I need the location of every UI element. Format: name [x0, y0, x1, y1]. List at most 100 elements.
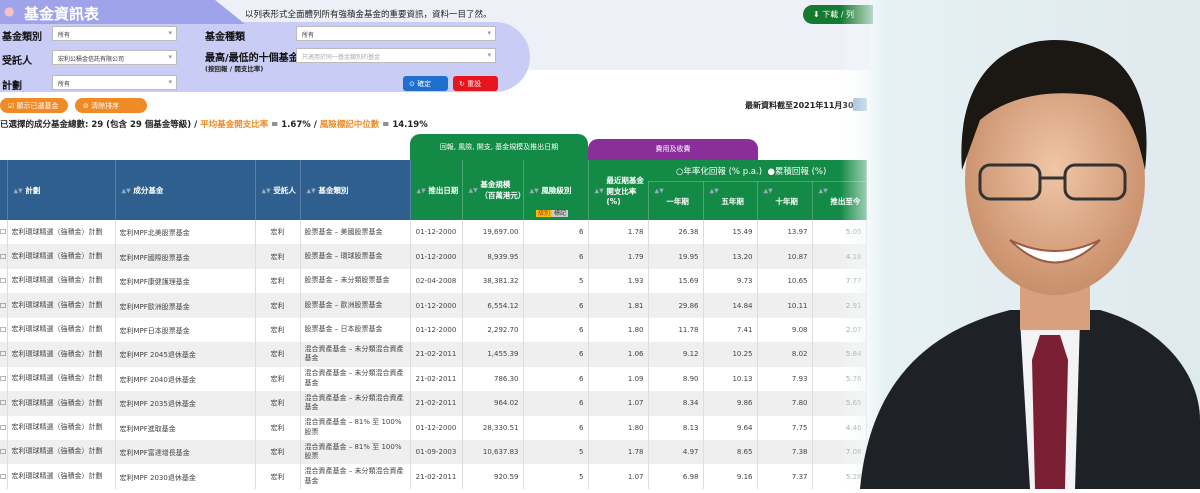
- reset-button[interactable]: ↻ 重設: [453, 76, 498, 91]
- cell-risk-class: 5: [523, 439, 589, 465]
- avg-fer-label: 平均基金開支比率: [200, 120, 269, 130]
- row-checkbox[interactable]: ☐: [0, 342, 8, 367]
- table-row[interactable]: ☐ 宏利環球精選（強積金）計劃 宏利MPF 2045退休基金 宏利 混合資產基金 – 未…: [0, 342, 867, 367]
- row-checkbox[interactable]: ☐: [0, 244, 8, 269]
- cell-return-10y: 7.93: [757, 366, 813, 392]
- cell-launch-date: 01-12-2000: [410, 293, 463, 318]
- cell-text: 宏利: [270, 399, 285, 408]
- sort-icon[interactable]: ▲▼: [655, 187, 664, 194]
- row-checkbox[interactable]: ☐: [0, 366, 8, 392]
- table-row[interactable]: ☐ 宏利環球精選（強積金）計劃 宏利MPF 2030退休基金 宏利 混合資產基金 – 未…: [0, 464, 867, 489]
- column-header-trustee[interactable]: ▲▼ 受託人: [255, 160, 301, 220]
- cell-fund: 宏利MPF 2030退休基金: [115, 464, 256, 489]
- fund-table: ▲▼ 計劃 ▲▼ 成分基金 ▲▼ 受託人 ▲▼ 基金類別 ▲▼ 推出日期 ▲▼ 基金規模（…: [0, 160, 867, 489]
- fund-type-select[interactable]: 所有: [52, 26, 177, 41]
- sort-icon[interactable]: ▲▼: [710, 187, 719, 194]
- cell-risk-class: 5: [523, 464, 589, 489]
- trustee-label: 受託人: [2, 56, 32, 67]
- clear-sort-button[interactable]: ⊘ 清除排序: [75, 98, 147, 113]
- column-header-category[interactable]: ▲▼ 基金類別: [300, 160, 411, 220]
- group-fees: 費用及收費: [588, 139, 758, 160]
- scheme-select[interactable]: 所有: [52, 75, 177, 90]
- cell-text: 1.80: [627, 325, 644, 334]
- cell-expense-ratio: 1.80: [588, 415, 649, 440]
- top-ten-select[interactable]: 只適用於同一基金類別的基金: [296, 48, 496, 63]
- column-header-fund-size[interactable]: ▲▼ 基金規模（百萬港元）: [462, 160, 524, 220]
- confirm-button[interactable]: ⊙ 確定: [403, 76, 448, 91]
- download-icon: ⬇: [813, 10, 820, 19]
- cell-text: 9.12: [682, 350, 699, 359]
- sort-icon[interactable]: ▲▼: [764, 187, 773, 194]
- row-checkbox[interactable]: ☐: [0, 415, 8, 440]
- cell-text: 宏利環球精選（強積金）計劃: [11, 325, 103, 334]
- row-checkbox[interactable]: ☐: [0, 439, 8, 465]
- cell-text: 13.97: [787, 228, 808, 237]
- cell-text: 29.86: [678, 301, 699, 310]
- cell-text: 宏利環球精選（強積金）計劃: [11, 276, 103, 285]
- table-row[interactable]: ☐ 宏利環球精選（強積金）計劃 宏利MPF 2035退休基金 宏利 混合資產基金 – 未…: [0, 391, 867, 416]
- portrait-photo: [840, 0, 1200, 489]
- cell-return-10y: 7.37: [757, 464, 813, 489]
- cell-risk-class: 6: [523, 220, 589, 245]
- cell-text: 1.79: [627, 252, 644, 261]
- table-row[interactable]: ☐ 宏利環球精選（強積金）計劃 宏利MPF日本股票基金 宏利 股票基金 – 日本股票基金…: [0, 317, 867, 343]
- cell-trustee: 宏利: [255, 317, 301, 343]
- cell-text: 786.30: [494, 374, 519, 383]
- column-header-launch-date[interactable]: ▲▼ 推出日期: [410, 160, 463, 220]
- cell-text: 宏利: [270, 252, 285, 261]
- table-row[interactable]: ☐ 宏利環球精選（強積金）計劃 宏利MPF康健護理基金 宏利 股票基金 – 未分類股票基…: [0, 268, 867, 294]
- column-header-fund[interactable]: ▲▼ 成分基金: [115, 160, 256, 220]
- cell-text: 混合資產基金 – 未分類混合資產基金: [304, 369, 404, 387]
- risk-tags: 級別 標記: [536, 208, 569, 217]
- sort-icon[interactable]: ▲▼: [469, 187, 478, 194]
- sort-icon[interactable]: ▲▼: [14, 187, 23, 194]
- row-checkbox[interactable]: ☐: [0, 464, 8, 489]
- cell-return-10y: 13.97: [757, 220, 813, 245]
- cell-text: 7.80: [791, 399, 808, 408]
- table-row[interactable]: ☐ 宏利環球精選（強積金）計劃 宏利MPF北美股票基金 宏利 股票基金 – 美國股票基金…: [0, 220, 867, 245]
- column-label: 成分基金: [133, 185, 164, 195]
- table-row[interactable]: ☐ 宏利環球精選（強積金）計劃 宏利MPF歐洲股票基金 宏利 股票基金 – 歐洲股票基金…: [0, 293, 867, 318]
- trustee-select[interactable]: 宏利公積金信託有限公司: [52, 50, 177, 65]
- column-header-scheme[interactable]: ▲▼ 計劃: [7, 160, 116, 220]
- sort-icon[interactable]: ▲▼: [530, 187, 539, 194]
- sort-icon[interactable]: ▲▼: [819, 187, 828, 194]
- cell-scheme: 宏利環球精選（強積金）計劃: [7, 220, 116, 245]
- cell-risk-class: 6: [523, 293, 589, 318]
- cell-text: 10.11: [787, 301, 808, 310]
- cell-text: 5: [579, 277, 584, 286]
- sort-icon[interactable]: ▲▼: [122, 187, 131, 194]
- show-selected-button[interactable]: ☑ 顯示已選基金: [0, 98, 68, 113]
- cell-text: 混合資產基金 – 81% 至 100% 股票: [304, 418, 402, 436]
- row-checkbox[interactable]: ☐: [0, 268, 8, 294]
- cell-return-5y: 15.49: [703, 220, 758, 245]
- table-row[interactable]: ☐ 宏利環球精選（強積金）計劃 宏利MPF富達增長基金 宏利 混合資產基金 – 81% …: [0, 439, 867, 465]
- row-checkbox[interactable]: ☐: [0, 391, 8, 416]
- sort-icon[interactable]: ▲▼: [417, 187, 426, 194]
- column-label: 推出日期: [428, 185, 459, 195]
- cell-return-5y: 13.20: [703, 244, 758, 269]
- table-row[interactable]: ☐ 宏利環球精選（強積金）計劃 宏利MPF國際股票基金 宏利 股票基金 – 環球股票基金…: [0, 244, 867, 269]
- cell-text: 7.41: [736, 325, 753, 334]
- cell-text: 1,455.39: [487, 350, 519, 359]
- sort-icon[interactable]: ▲▼: [262, 187, 271, 194]
- table-row[interactable]: ☐ 宏利環球精選（強積金）計劃 宏利MPF 2040退休基金 宏利 混合資產基金 – 未…: [0, 366, 867, 392]
- fund-kind-select[interactable]: 所有: [296, 26, 496, 41]
- sort-icon[interactable]: ▲▼: [595, 187, 604, 194]
- cell-text: 21-02-2011: [415, 399, 457, 408]
- column-header-expense-ratio[interactable]: ▲▼ 最近期基金開支比率 (%): [588, 160, 649, 220]
- row-checkbox[interactable]: ☐: [0, 317, 8, 343]
- cell-text: 01-12-2000: [415, 301, 457, 310]
- cell-return-5y: 10.25: [703, 342, 758, 367]
- table-row[interactable]: ☐ 宏利環球精選（強積金）計劃 宏利MPF進取基金 宏利 混合資產基金 – 81% 至 …: [0, 415, 867, 440]
- cell-trustee: 宏利: [255, 415, 301, 440]
- cell-text: 宏利: [270, 277, 285, 286]
- row-checkbox[interactable]: ☐: [0, 293, 8, 318]
- cell-text: 宏利MPF進取基金: [119, 424, 176, 433]
- cell-launch-date: 01-12-2000: [410, 317, 463, 343]
- cell-text: 1.93: [627, 277, 644, 286]
- cell-return-5y: 8.65: [703, 439, 758, 465]
- sort-icon[interactable]: ▲▼: [307, 187, 316, 194]
- row-checkbox[interactable]: ☐: [0, 220, 8, 245]
- risk-median-value: = 14.19%: [379, 120, 428, 130]
